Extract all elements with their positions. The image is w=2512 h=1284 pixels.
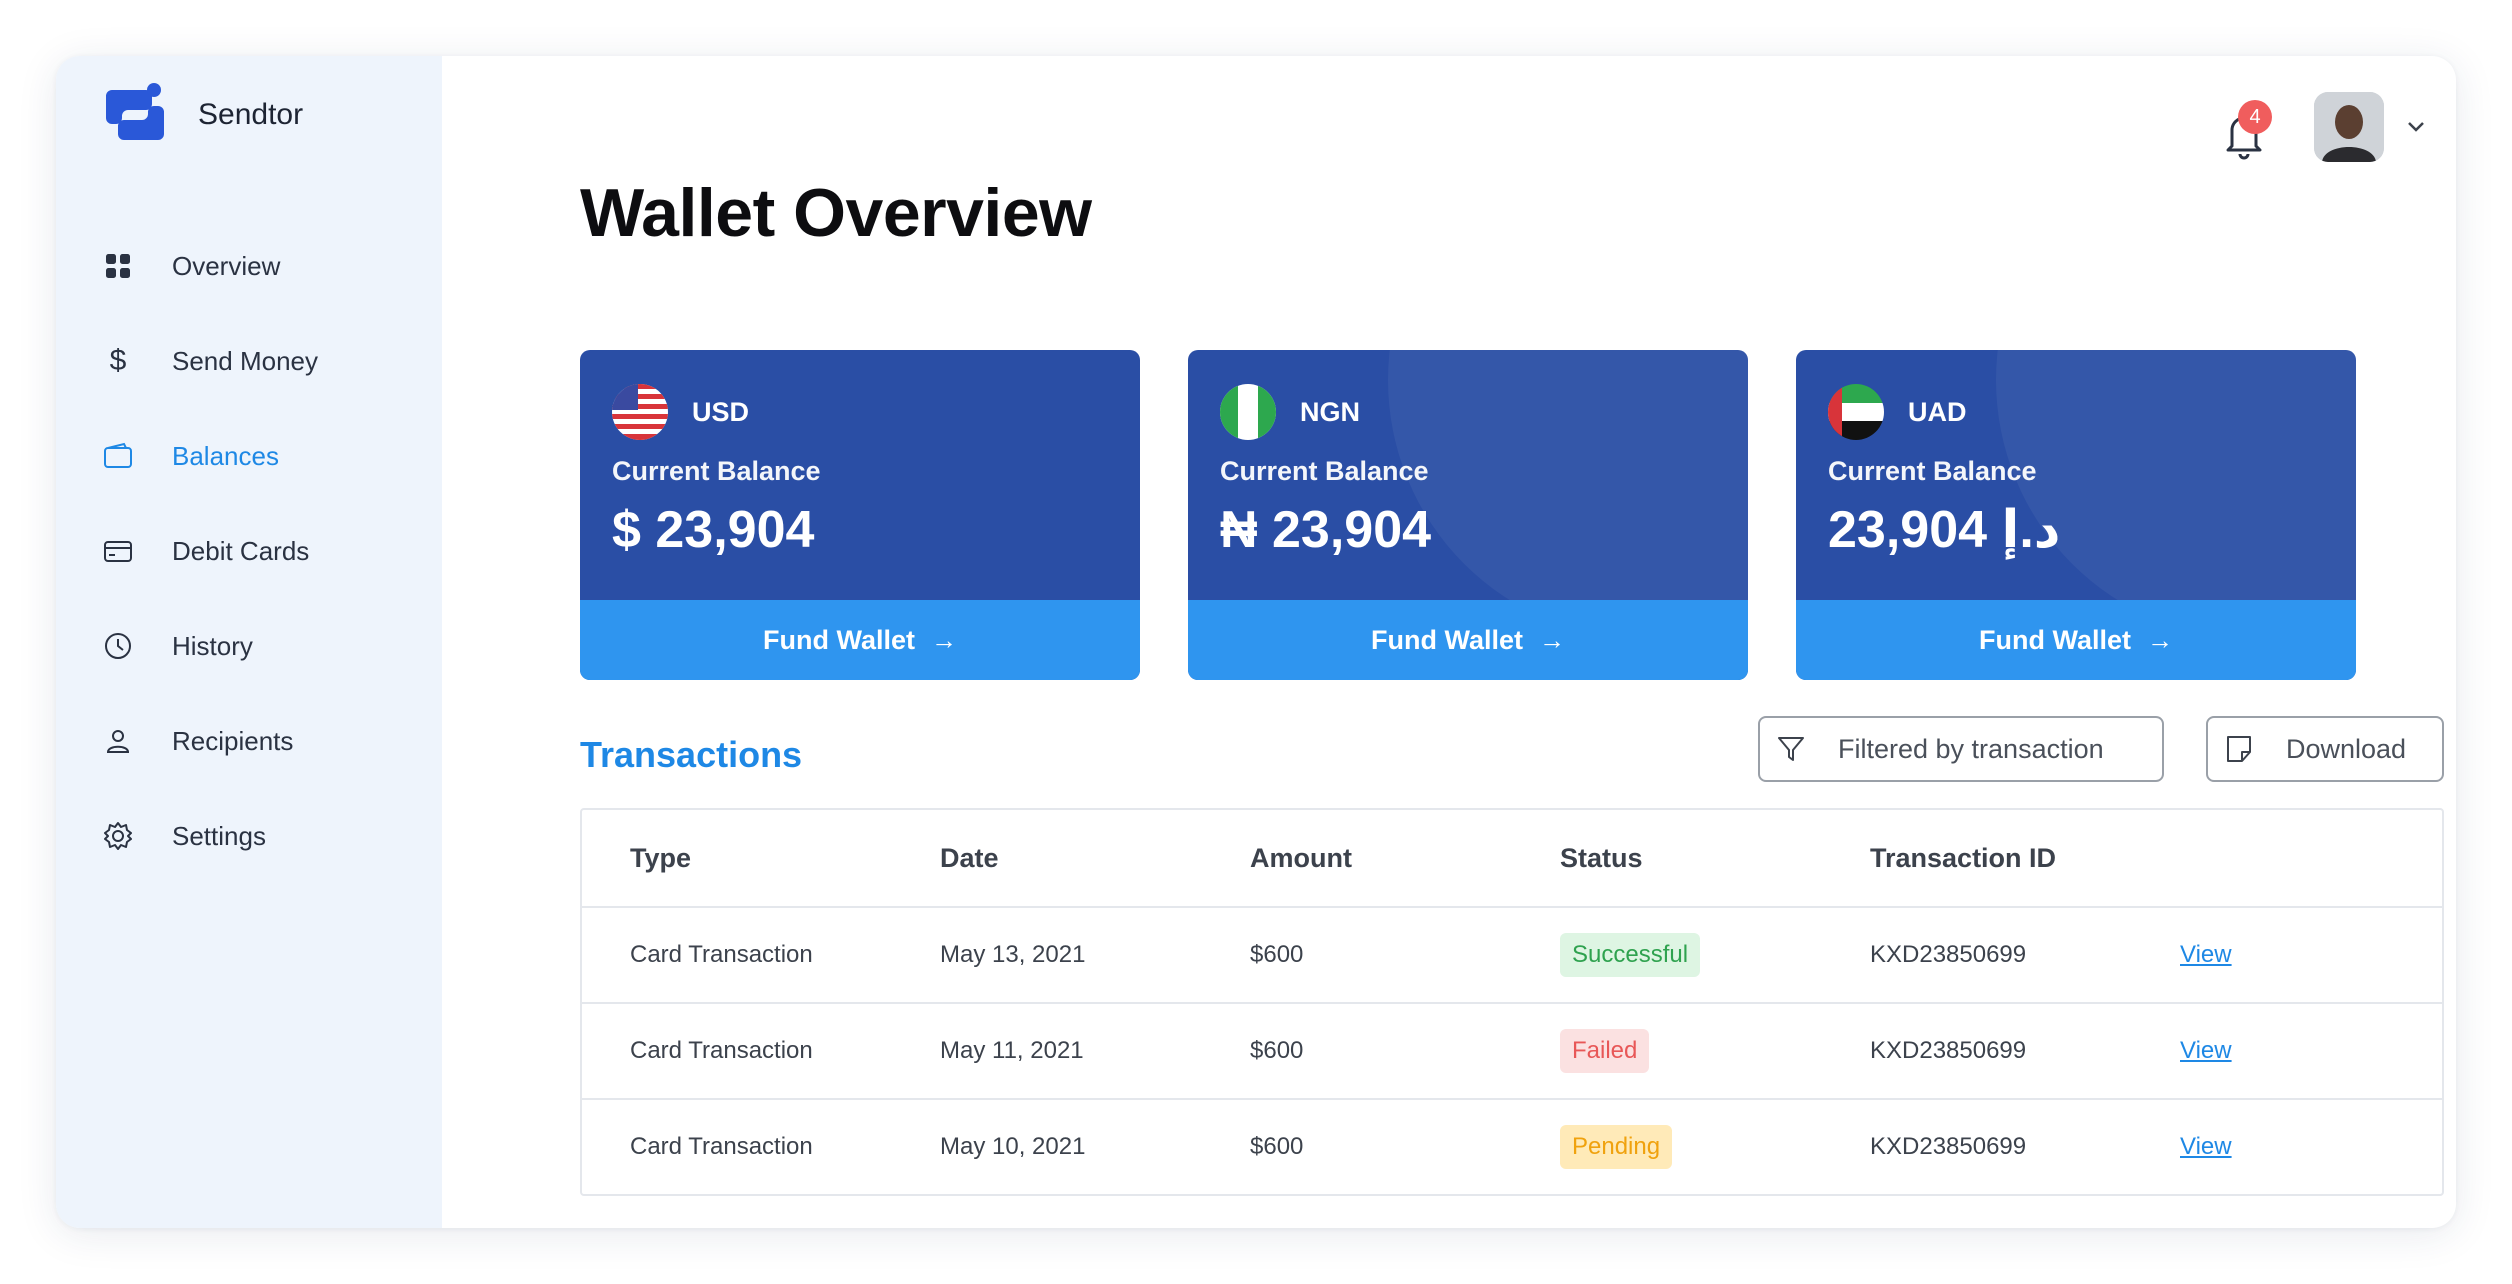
- sidebar-item-history[interactable]: History: [100, 616, 253, 676]
- type-cell: Card Transaction: [630, 1037, 813, 1064]
- fund-wallet-button[interactable]: Fund Wallet →: [1188, 600, 1748, 680]
- filter-button[interactable]: Filtered by transaction: [1758, 716, 2164, 782]
- dollar-icon: $: [109, 344, 127, 377]
- arrow-right-icon: →: [1538, 624, 1565, 655]
- sidebar-item-label: Debit Cards: [172, 535, 310, 566]
- sidebar-item-label: Overview: [172, 250, 281, 281]
- fund-wallet-label: Fund Wallet: [763, 624, 915, 655]
- transaction-id-cell: KXD23850699: [1870, 1037, 2027, 1064]
- download-label: Download: [2286, 733, 2407, 764]
- amount-cell: $600: [1250, 1037, 1304, 1064]
- brand-name: Sendtor: [198, 98, 304, 131]
- wallet-cards: USD Current Balance $ 23,904 Fund Wallet…: [580, 350, 2356, 680]
- document-icon: [2227, 736, 2251, 762]
- sidebar-item-overview[interactable]: Overview: [100, 236, 280, 296]
- notification-count-badge: 4: [2238, 100, 2272, 134]
- balance-value: ₦ 23,904: [1220, 501, 1432, 559]
- sidebar-item-label: Settings: [172, 820, 266, 851]
- ae-flag-icon: [1828, 384, 1884, 440]
- filter-label: Filtered by transaction: [1838, 733, 2104, 764]
- us-flag-icon: [612, 384, 668, 440]
- date-cell: May 13, 2021: [940, 941, 1086, 968]
- fund-wallet-button[interactable]: Fund Wallet →: [580, 600, 1140, 680]
- sidebar-item-label: Recipients: [172, 725, 294, 756]
- view-link[interactable]: View: [2180, 941, 2232, 968]
- amount-cell: $600: [1250, 941, 1304, 968]
- wallet-card-uad: UAD Current Balance 23,904 د.إ Fund Wall…: [1796, 350, 2356, 680]
- grid-icon: [100, 248, 136, 284]
- column-header: Type: [630, 842, 692, 873]
- app-window: Sendtor Overview $ Send Money Balances D…: [56, 56, 2456, 1228]
- balance-value: $ 23,904: [612, 501, 815, 559]
- table-row: Card Transaction May 13, 2021 $600 Succe…: [582, 906, 2442, 1002]
- sendtor-logo-icon: [106, 83, 164, 140]
- view-link[interactable]: View: [2180, 1133, 2232, 1160]
- transaction-id-cell: KXD23850699: [1870, 941, 2027, 968]
- view-link[interactable]: View: [2180, 1037, 2232, 1064]
- wallet-icon: [100, 438, 136, 474]
- currency-code: NGN: [1300, 396, 1360, 427]
- sidebar-item-label: Balances: [172, 440, 279, 471]
- status-badge: Failed: [1560, 1029, 1650, 1073]
- table-row: Card Transaction May 10, 2021 $600 Pendi…: [582, 1098, 2442, 1194]
- sidebar-item-settings[interactable]: Settings: [100, 806, 266, 866]
- sidebar: Sendtor Overview $ Send Money Balances D…: [56, 56, 442, 1228]
- card-icon: [100, 533, 136, 569]
- download-button[interactable]: Download: [2206, 716, 2444, 782]
- balance-label: Current Balance: [612, 456, 821, 486]
- notifications-button[interactable]: 4: [2214, 100, 2274, 164]
- balance-label: Current Balance: [1828, 456, 2037, 486]
- column-header: Date: [940, 842, 999, 873]
- table-row: Card Transaction May 11, 2021 $600 Faile…: [582, 1002, 2442, 1098]
- status-badge: Pending: [1560, 1125, 1673, 1169]
- currency-code: UAD: [1908, 396, 1967, 427]
- type-cell: Card Transaction: [630, 941, 813, 968]
- transactions-table: Type Date Amount Status Transaction ID C…: [580, 808, 2444, 1196]
- table-header: Type Date Amount Status Transaction ID: [582, 810, 2442, 906]
- currency-code: USD: [692, 396, 750, 427]
- avatar[interactable]: [2314, 92, 2384, 162]
- main-content: 4 Wallet Overview USD Current Balance $ …: [442, 56, 2456, 1228]
- wallet-card-ngn: NGN Current Balance ₦ 23,904 Fund Wallet…: [1188, 350, 1748, 680]
- filter-icon: [1778, 737, 1804, 761]
- column-header: Status: [1560, 842, 1643, 873]
- user-icon: [100, 723, 136, 759]
- date-cell: May 10, 2021: [940, 1133, 1086, 1160]
- gear-icon: [100, 818, 136, 854]
- sidebar-item-recipients[interactable]: Recipients: [100, 711, 293, 771]
- brand[interactable]: Sendtor: [102, 82, 303, 148]
- wallet-card-usd: USD Current Balance $ 23,904 Fund Wallet…: [580, 350, 1140, 680]
- date-cell: May 11, 2021: [940, 1037, 1084, 1064]
- sidebar-item-debit-cards[interactable]: Debit Cards: [100, 521, 309, 581]
- fund-wallet-button[interactable]: Fund Wallet →: [1796, 600, 2356, 680]
- sidebar-item-balances[interactable]: Balances: [100, 426, 279, 486]
- sidebar-item-label: Send Money: [172, 345, 318, 376]
- status-badge: Successful: [1560, 933, 1701, 977]
- column-header: Amount: [1250, 842, 1352, 873]
- page-title: Wallet Overview: [580, 175, 1092, 251]
- type-cell: Card Transaction: [630, 1133, 813, 1160]
- sidebar-item-send-money[interactable]: $ Send Money: [100, 331, 318, 391]
- ng-flag-icon: [1220, 384, 1276, 440]
- clock-icon: [100, 628, 136, 664]
- arrow-right-icon: →: [2146, 624, 2173, 655]
- transactions-title: Transactions: [580, 734, 803, 775]
- transaction-id-cell: KXD23850699: [1870, 1133, 2027, 1160]
- balance-value: 23,904 د.إ: [1828, 501, 2061, 559]
- arrow-right-icon: →: [930, 624, 957, 655]
- fund-wallet-label: Fund Wallet: [1979, 624, 2131, 655]
- column-header: Transaction ID: [1870, 842, 2057, 873]
- sidebar-item-label: History: [172, 630, 253, 661]
- chevron-down-icon[interactable]: [2402, 112, 2430, 140]
- fund-wallet-label: Fund Wallet: [1371, 624, 1523, 655]
- amount-cell: $600: [1250, 1133, 1304, 1160]
- balance-label: Current Balance: [1220, 456, 1429, 486]
